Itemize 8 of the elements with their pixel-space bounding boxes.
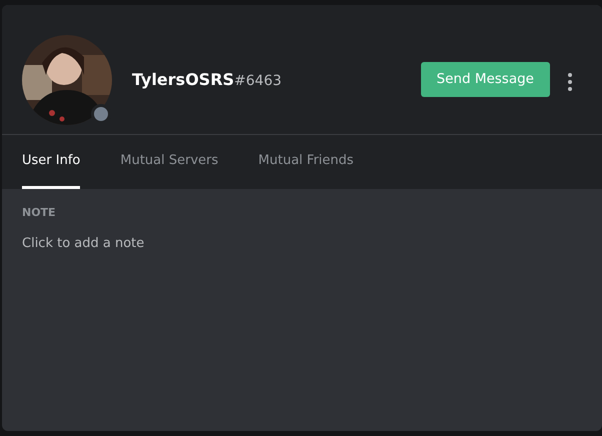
username: TylersOSRS [132, 68, 234, 90]
note-field[interactable]: Click to add a note [22, 234, 322, 253]
tab[interactable]: Mutual Friends [258, 135, 354, 189]
tab[interactable]: Mutual Servers [120, 135, 218, 189]
discriminator: #6463 [234, 72, 282, 90]
note-heading: NOTE [22, 205, 57, 221]
send-message-button[interactable]: Send Message [420, 62, 550, 97]
tab[interactable]: User Info [22, 135, 80, 189]
